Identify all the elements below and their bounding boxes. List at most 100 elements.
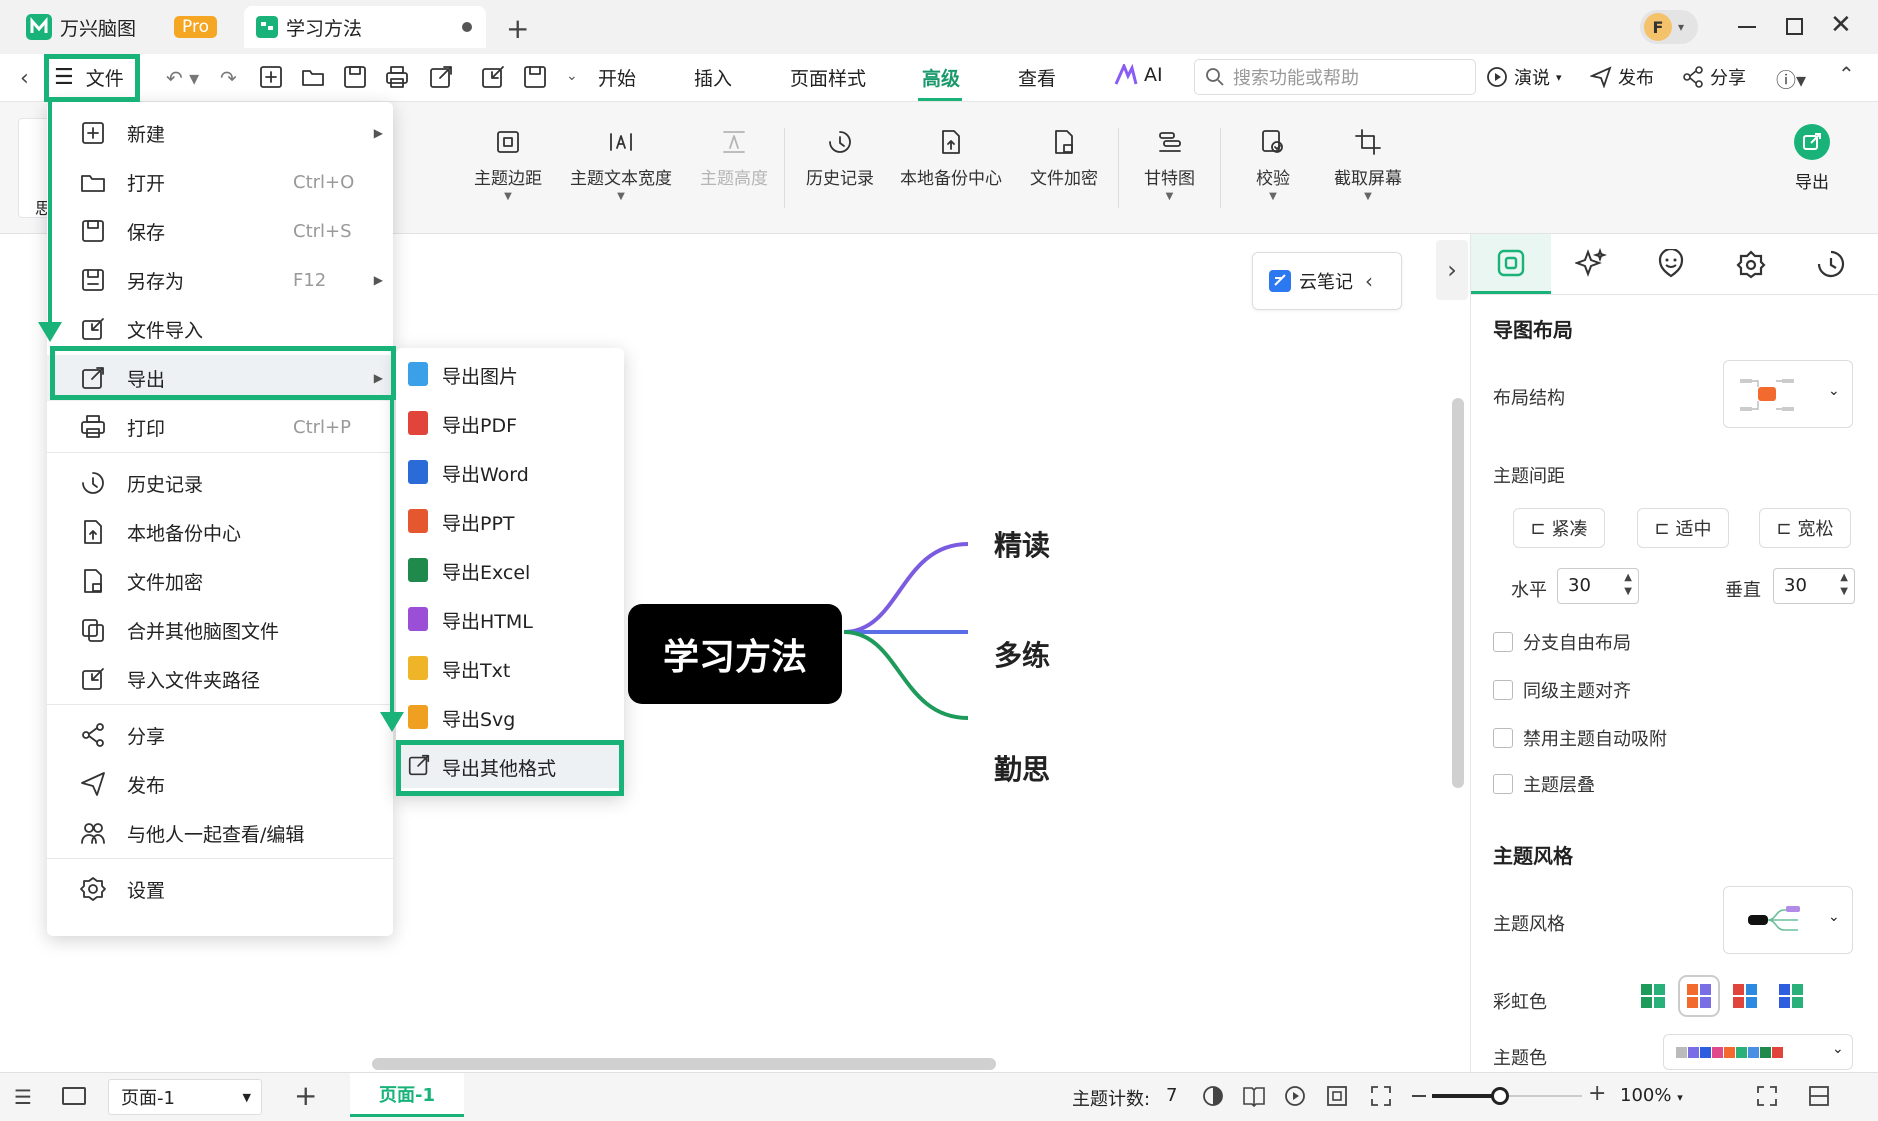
ribbon-export-button[interactable]: 导出 [1794,124,1830,193]
book-view-icon[interactable] [1242,1085,1266,1107]
horizontal-scrollbar[interactable] [372,1058,996,1070]
checkbox-align-siblings[interactable] [1493,680,1513,700]
file-menu-item[interactable]: 打印 Ctrl+P [47,404,393,450]
export-menu-item[interactable]: 导出Txt [396,644,624,690]
rainbow-swatch[interactable] [1678,975,1720,1017]
file-menu-item[interactable]: 保存 Ctrl+S [47,208,393,254]
checkbox-topic-overlap[interactable] [1493,774,1513,794]
layout-structure-select[interactable]: ⌄ [1723,360,1853,428]
file-menu-button[interactable]: ☰ 文件 [54,64,124,91]
fullscreen-icon[interactable] [1756,1085,1778,1107]
vertical-spacing-input[interactable]: 30 ▲ ▼ [1773,568,1855,604]
branch-topic-3[interactable]: 勤思 [994,748,1050,788]
page-select[interactable]: 页面-1 ▼ [108,1079,262,1115]
file-menu-item[interactable]: 导入文件夹路径 [47,656,393,702]
theme-color-select[interactable]: ⌄ [1663,1034,1853,1070]
add-page-icon[interactable]: + [294,1079,317,1112]
export-icon[interactable] [428,64,454,90]
panel-tab-theme[interactable] [1711,234,1791,294]
page-tab[interactable]: 页面-1 [350,1073,464,1117]
expand-icon[interactable] [1370,1085,1392,1107]
import-icon[interactable] [480,64,506,90]
export-menu-item[interactable]: 导出图片 [396,350,624,396]
root-topic[interactable]: 学习方法 [628,604,842,704]
file-menu-item[interactable]: 发布 [47,761,393,807]
verify-button[interactable]: 校验 ▼ [1256,128,1290,202]
new-tab-plus-icon[interactable]: + [506,12,529,45]
spacing-loose-button[interactable]: ⊏ 宽松 [1759,508,1851,548]
outline-view-icon[interactable]: ☰ [14,1085,32,1109]
topic-height-button[interactable]: 主题高度 [700,128,768,189]
tab-start[interactable]: 开始 [598,64,636,91]
publish-button[interactable]: 发布 [1590,64,1654,90]
panel-tab-sticker[interactable] [1631,234,1711,294]
minimize-icon[interactable] [1738,26,1756,28]
zoom-slider[interactable] [1432,1087,1582,1105]
undo-icon[interactable]: ↶ ▾ [166,66,199,90]
more-chevron-icon[interactable]: ⌄ [566,68,578,84]
ribbon-encrypt-button[interactable]: 文件加密 [1030,128,1098,189]
gantt-button[interactable]: 甘特图 ▼ [1144,128,1195,202]
panel-tab-history[interactable] [1791,234,1871,294]
tab-insert[interactable]: 插入 [694,64,732,91]
app-tab[interactable]: 万兴脑图 Pro [14,6,229,48]
file-menu-item[interactable]: 新建 ▶ [47,110,393,156]
cloud-note-button[interactable]: 云笔记 ‹ [1252,252,1402,310]
doc-tab[interactable]: 学习方法 [244,6,486,48]
zoom-in-icon[interactable]: + [1588,1081,1606,1106]
file-menu-item[interactable]: 另存为 F12 ▶ [47,257,393,303]
present-button[interactable]: 演说 ▾ [1486,64,1562,90]
save-icon[interactable] [342,64,368,90]
zoom-out-icon[interactable] [1412,1095,1426,1097]
export-menu-item[interactable]: 导出Excel [396,546,624,592]
rainbow-swatch[interactable] [1637,980,1669,1012]
collapse-ribbon-icon[interactable]: ⌃ [1838,62,1855,86]
file-menu-item[interactable]: 历史记录 [47,460,393,506]
branch-topic-1[interactable]: 精读 [994,524,1050,564]
stepper-arrows-icon[interactable]: ▲ ▼ [1624,571,1632,599]
file-menu-item[interactable]: 设置 [47,866,393,912]
export-menu-item[interactable]: 导出Svg [396,693,624,739]
export-menu-item[interactable]: 导出PPT [396,497,624,543]
file-menu-item[interactable]: 与他人一起查看/编辑 [47,810,393,856]
spacing-medium-button[interactable]: ⊏ 适中 [1637,508,1729,548]
branch-topic-2[interactable]: 多练 [994,634,1050,674]
maximize-icon[interactable] [1786,18,1803,35]
rainbow-swatch[interactable] [1729,980,1761,1012]
redo-icon[interactable]: ↷ [220,66,237,90]
fit-page-icon[interactable] [1326,1085,1348,1107]
file-menu-item[interactable]: 分享 [47,712,393,758]
file-menu-item[interactable]: 导出 ▶ [47,355,393,401]
export-menu-item[interactable]: 导出HTML [396,595,624,641]
tab-view[interactable]: 查看 [1018,64,1056,91]
horizontal-spacing-input[interactable]: 30 ▲ ▼ [1557,568,1639,604]
screenshot-button[interactable]: 截取屏幕 ▼ [1334,128,1402,202]
panel-tab-ai[interactable] [1551,234,1631,294]
zoom-slider-knob[interactable] [1490,1087,1509,1105]
collapse-panel-icon[interactable]: › [1436,240,1468,300]
close-icon[interactable]: ✕ [1830,10,1852,40]
new-file-icon[interactable] [258,64,284,90]
file-menu-item[interactable]: 文件加密 [47,558,393,604]
tab-advanced[interactable]: 高级 [922,64,960,91]
slide-view-icon[interactable] [62,1087,86,1105]
tab-page-style[interactable]: 页面样式 [790,64,866,91]
user-avatar[interactable]: F ▾ [1640,10,1698,44]
file-menu-item[interactable]: 本地备份中心 [47,509,393,555]
ribbon-backup-button[interactable]: 本地备份中心 [900,128,1002,189]
search-input[interactable]: 搜索功能或帮助 [1194,59,1476,95]
stepper-arrows-icon[interactable]: ▲ ▼ [1840,571,1848,599]
ai-button[interactable]: AI [1114,64,1163,86]
print-icon[interactable] [384,64,410,90]
export-menu-item[interactable]: 导出Word [396,448,624,494]
play-icon[interactable] [1284,1085,1306,1107]
back-icon[interactable]: ‹ [20,66,29,91]
panel-tab-layout[interactable] [1471,234,1551,294]
export-menu-item[interactable]: 导出PDF [396,399,624,445]
file-menu-item[interactable]: 文件导入 [47,306,393,352]
rainbow-swatch[interactable] [1775,980,1807,1012]
ribbon-history-button[interactable]: 历史记录 [806,128,874,189]
open-folder-icon[interactable] [300,64,326,90]
export-menu-item[interactable]: 导出其他格式 [396,742,624,788]
topic-style-select[interactable]: ⌄ [1723,886,1853,954]
